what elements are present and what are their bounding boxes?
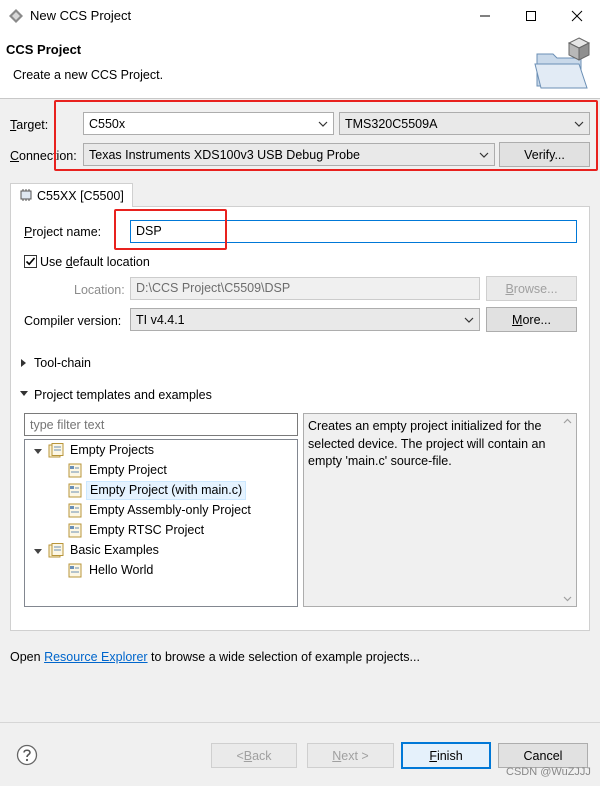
target-label: Target: (10, 118, 49, 132)
chip-icon (20, 189, 32, 201)
template-filter-input[interactable] (24, 413, 298, 436)
tree-label: Empty Project (89, 463, 167, 477)
templates-group-icon (48, 543, 64, 558)
help-icon[interactable] (16, 744, 38, 766)
new-project-folder-icon (534, 37, 591, 89)
scroll-down-icon[interactable] (563, 595, 572, 602)
minimize-icon (480, 15, 490, 16)
finish-button[interactable]: Finish (401, 742, 491, 769)
tree-collapse-arrow-icon[interactable] (33, 446, 43, 456)
templates-tree: Empty Projects Empty Project Empty Proje… (24, 439, 298, 607)
toolchain-section[interactable]: Tool-chain (34, 356, 91, 370)
resource-explorer-link[interactable]: Resource Explorer (44, 650, 148, 664)
project-name-label: Project name: (24, 225, 102, 239)
project-template-icon (68, 463, 82, 478)
checkmark-icon (25, 257, 36, 266)
wizard-header: CCS Project Create a new CCS Project. (0, 31, 600, 99)
project-template-icon (68, 563, 82, 578)
default-location-checkbox[interactable] (24, 255, 37, 268)
browse-button[interactable]: Browse... (486, 276, 577, 301)
tree-label: Empty Project (with main.c) (86, 481, 247, 500)
tree-label: Empty RTSC Project (89, 523, 205, 537)
title-bar: New CCS Project (0, 0, 600, 31)
cancel-button[interactable]: Cancel (498, 743, 588, 768)
templates-section[interactable]: Project templates and examples (34, 388, 212, 402)
tab-label: C55XX [C5500] (37, 189, 124, 203)
default-location-label: Use default location (40, 255, 150, 269)
minimize-button[interactable] (462, 0, 508, 31)
resource-explorer-line: Open Resource Explorer to browse a wide … (10, 650, 420, 664)
compiler-version-value: TI v4.4.1 (136, 313, 185, 327)
project-template-icon (68, 483, 82, 498)
scroll-up-icon[interactable] (563, 418, 572, 425)
footer-divider (0, 722, 600, 723)
maximize-icon (526, 10, 536, 21)
window-title: New CCS Project (30, 8, 132, 23)
more-button[interactable]: More... (486, 307, 577, 332)
close-button[interactable] (554, 0, 600, 31)
expand-arrow-icon[interactable] (20, 358, 28, 368)
compiler-version-label: Compiler version: (24, 314, 122, 328)
page-title: CCS Project (6, 42, 82, 57)
compiler-version-combo[interactable]: TI v4.4.1 (130, 308, 480, 331)
highlight-box-target (54, 100, 598, 171)
template-description-box: Creates an empty project initialized for… (303, 413, 577, 607)
project-template-icon (68, 503, 82, 518)
project-template-icon (68, 523, 82, 538)
page-description: Create a new CCS Project. (13, 68, 164, 82)
tree-label: Hello World (89, 563, 154, 577)
template-description: Creates an empty project initialized for… (308, 419, 546, 468)
collapse-arrow-icon[interactable] (19, 390, 29, 398)
close-icon (571, 10, 583, 21)
maximize-button[interactable] (508, 0, 554, 31)
tree-label: Empty Assembly-only Project (89, 503, 251, 517)
description-scrollbar[interactable] (559, 414, 576, 606)
location-input[interactable]: D:\CCS Project\C5509\DSP (130, 277, 480, 300)
location-label: Location: (74, 283, 125, 297)
highlight-box-project-name (114, 209, 227, 250)
tree-collapse-arrow-icon[interactable] (33, 546, 43, 556)
tree-label: Empty Projects (70, 443, 155, 457)
next-button[interactable]: Next > (307, 743, 394, 768)
eclipse-app-icon (9, 9, 23, 23)
chevron-down-icon (464, 317, 474, 323)
back-button[interactable]: < Back (211, 743, 297, 768)
tree-label: Basic Examples (70, 543, 159, 557)
tab-c55xx[interactable]: C55XX [C5500] (10, 183, 133, 207)
templates-group-icon (48, 443, 64, 458)
watermark-text: CSDN @WuZJJJ (506, 766, 591, 778)
